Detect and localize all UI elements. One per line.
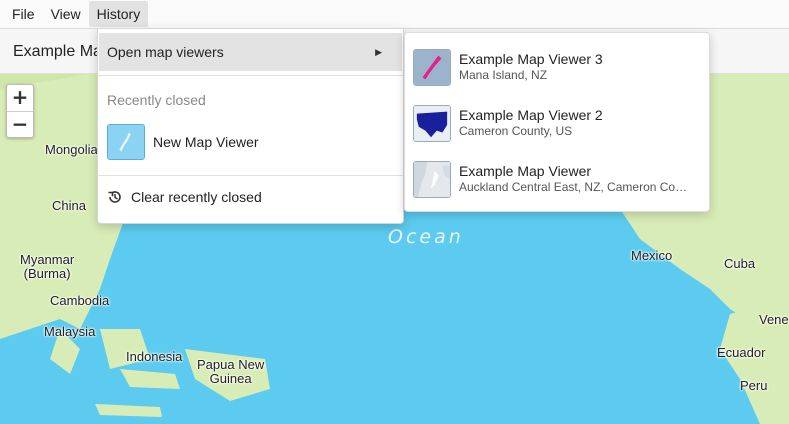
viewer-location: Cameron County, US: [459, 124, 573, 138]
place-label: Myanmar (Burma): [20, 252, 75, 281]
place-label: Indonesia: [126, 349, 183, 364]
menu-history[interactable]: History: [88, 1, 149, 27]
recently-closed-heading: Recently closed: [107, 92, 206, 108]
open-map-viewers-label: Open map viewers: [107, 44, 224, 60]
open-map-viewers-item[interactable]: Open map viewers ▶: [99, 33, 402, 71]
map-thumbnail-icon: [107, 124, 145, 160]
place-label: Malaysia: [44, 324, 96, 339]
viewer-name: Example Map Viewer 3: [459, 51, 603, 67]
zoom-in-button[interactable]: +: [7, 85, 33, 111]
open-viewers-submenu: Example Map Viewer 3 Mana Island, NZ Exa…: [404, 32, 710, 212]
viewer-item[interactable]: Example Map Viewer 2 Cameron County, US: [413, 104, 689, 142]
clear-recently-closed-item[interactable]: Clear recently closed: [107, 189, 262, 205]
chevron-right-icon: ▶: [375, 47, 382, 57]
viewer-location: Mana Island, NZ: [459, 68, 548, 82]
history-dropdown: Open map viewers ▶ Recently closed New M…: [97, 28, 404, 224]
place-label: Ecuador: [717, 345, 766, 360]
place-label: Cuba: [724, 256, 756, 271]
map-thumbnail-icon: [413, 104, 451, 142]
viewer-item[interactable]: Example Map Viewer Auckland Central East…: [413, 160, 689, 198]
menu-divider: [98, 175, 403, 176]
place-label: Vene: [759, 312, 789, 327]
place-label: Papua New Guinea: [197, 357, 265, 386]
place-label: China: [52, 198, 86, 213]
viewer-item[interactable]: Example Map Viewer 3 Mana Island, NZ: [413, 48, 689, 86]
recently-closed-name: New Map Viewer: [153, 134, 259, 150]
zoom-out-button[interactable]: −: [7, 111, 33, 137]
viewer-name: Example Map Viewer: [459, 163, 592, 179]
place-label: Cambodia: [50, 293, 110, 308]
menu-divider: [98, 75, 403, 76]
menubar: File View History: [0, 0, 789, 29]
map-thumbnail-icon: [413, 48, 451, 86]
zoom-controls: + −: [6, 84, 34, 138]
viewer-location: Auckland Central East, NZ, Cameron Count…: [459, 180, 689, 194]
place-label: Mongolia: [45, 142, 98, 157]
place-label: Mexico: [631, 248, 673, 263]
menu-view[interactable]: View: [43, 1, 89, 27]
recently-closed-item[interactable]: New Map Viewer: [107, 124, 259, 160]
place-label: Peru: [740, 378, 768, 393]
history-icon: [108, 191, 121, 203]
menu-file[interactable]: File: [4, 1, 43, 27]
map-thumbnail-icon: [413, 160, 451, 198]
viewer-name: Example Map Viewer 2: [459, 107, 603, 123]
clear-recently-closed-label: Clear recently closed: [131, 189, 262, 205]
ocean-label: Ocean: [388, 226, 464, 248]
